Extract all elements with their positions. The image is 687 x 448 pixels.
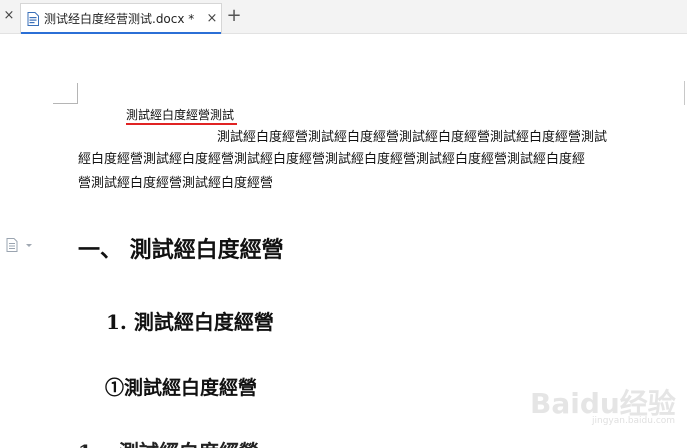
heading-level-4[interactable]: 1、 測試經白度經營 — [78, 439, 259, 448]
heading-level-2[interactable]: 1. 測試經白度經營 — [106, 309, 274, 335]
word-document-icon — [27, 12, 39, 26]
close-icon[interactable]: × — [2, 9, 16, 23]
tab-close-icon[interactable]: × — [205, 12, 219, 26]
margin-right-mark — [684, 81, 685, 105]
document-outline-icon[interactable] — [6, 238, 32, 252]
margin-corner-mark — [77, 83, 78, 104]
tab-bar: × 测试经白度经营测试.docx * × + — [0, 0, 687, 34]
document-title[interactable]: 測試經白度經營測試 — [126, 107, 234, 123]
paragraph-line[interactable]: 測試經白度經營測試經白度經營測試經白度經營測試經白度經營測試 — [217, 130, 607, 146]
baidu-watermark: Baidu经验 jingyan.baidu.com — [530, 382, 680, 428]
spellcheck-underline — [126, 123, 237, 125]
tab-document[interactable]: 测试经白度经营测试.docx * × — [20, 3, 222, 34]
tab-title: 测试经白度经营测试.docx * — [44, 12, 195, 26]
watermark-subtext: jingyan.baidu.com — [592, 416, 676, 426]
paragraph-line[interactable]: 經白度經營測試經白度經營測試經白度經營測試經白度經營測試經白度經營測試經白度經 — [78, 152, 585, 168]
paragraph-line[interactable]: 營測試經白度經營測試經白度經營 — [78, 176, 273, 192]
new-tab-button[interactable]: + — [226, 7, 242, 25]
active-tab-indicator — [21, 32, 221, 34]
heading-level-1[interactable]: 一、 測試經白度經營 — [78, 236, 284, 264]
margin-corner-mark — [53, 103, 77, 104]
heading-level-3[interactable]: ①測試經白度經營 — [105, 375, 257, 401]
